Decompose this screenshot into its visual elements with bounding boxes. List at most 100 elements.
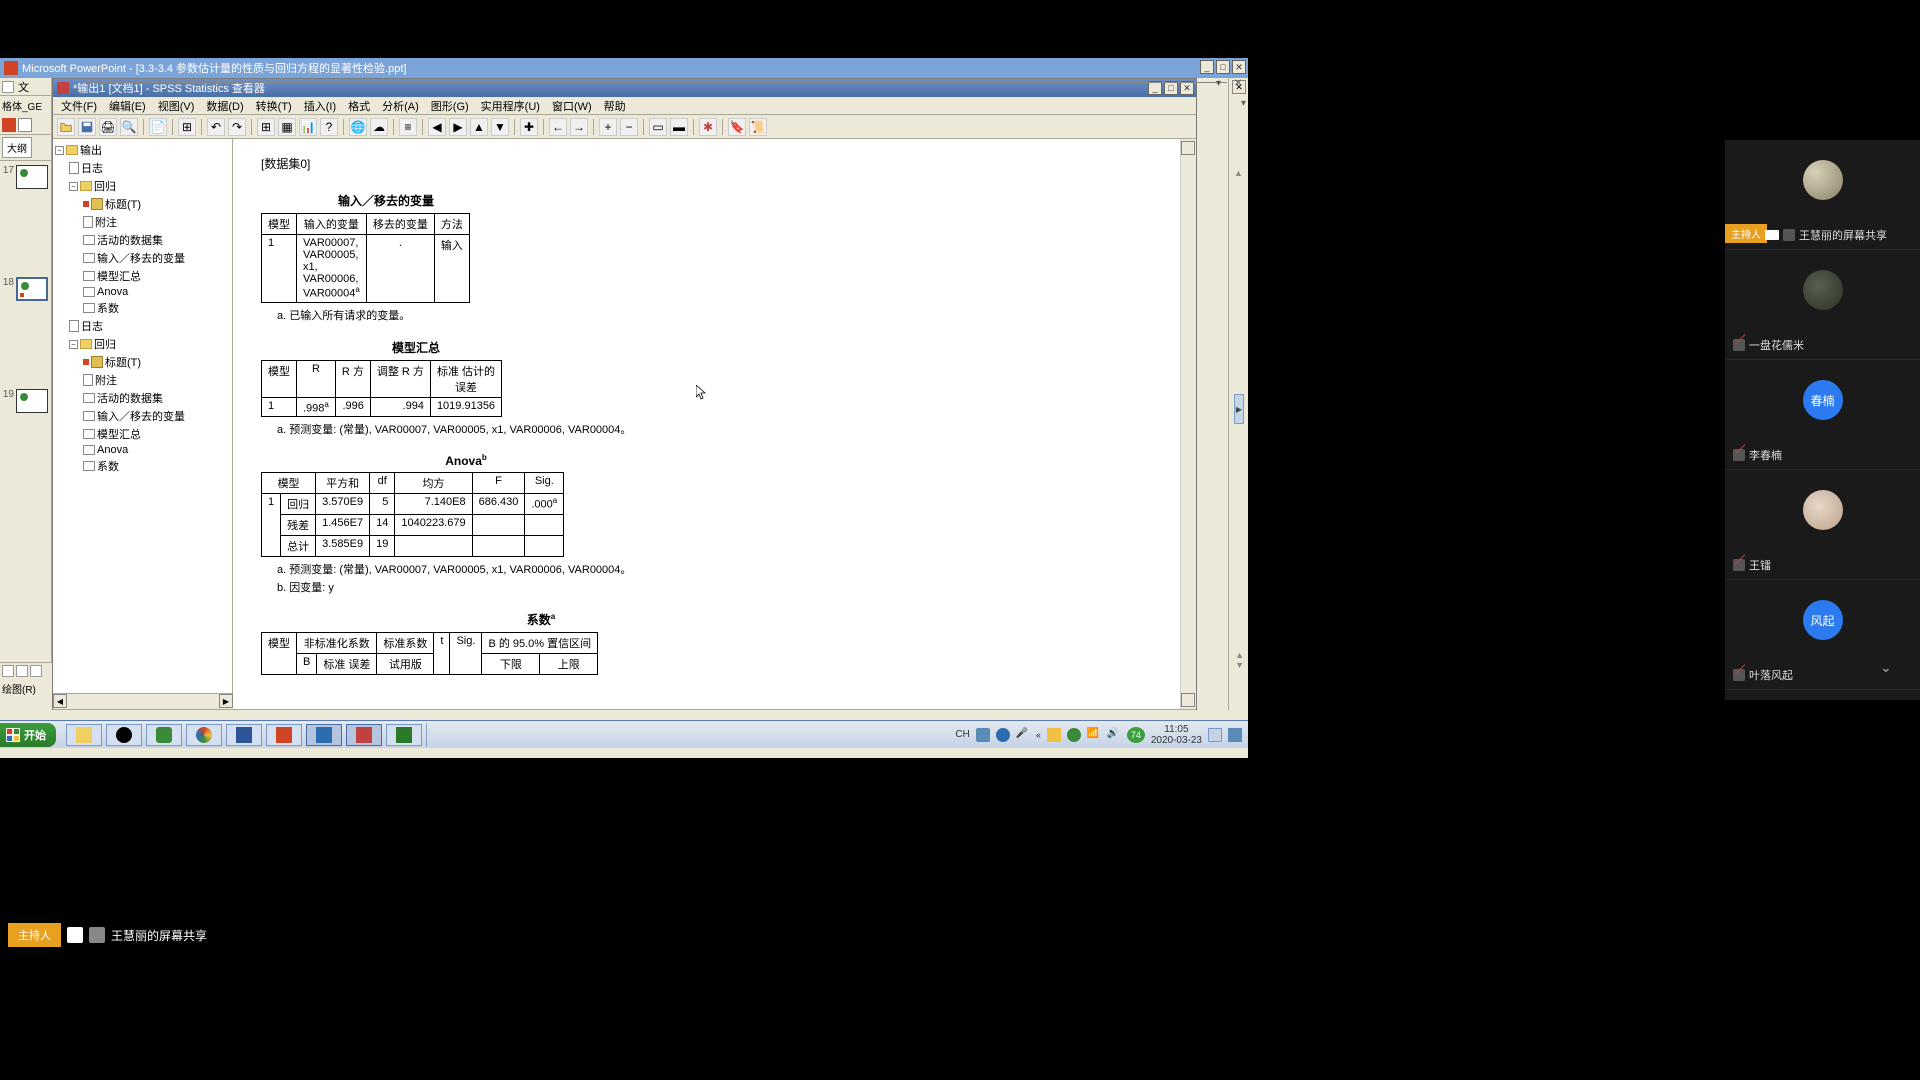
minimize-button[interactable]: _ <box>1200 60 1214 74</box>
bookmark-icon[interactable]: 🔖 <box>728 118 746 136</box>
tray-a-icon[interactable] <box>976 728 990 742</box>
tree-title[interactable]: 标题(T) <box>105 196 141 212</box>
maximize-button[interactable]: □ <box>1216 60 1230 74</box>
tray-volume-icon[interactable]: 🔊 <box>1107 728 1121 742</box>
scroll-thumb[interactable] <box>1181 141 1195 155</box>
spss-minimize-button[interactable]: _ <box>1148 81 1162 95</box>
task-explorer[interactable] <box>66 724 102 746</box>
tree-notes-2[interactable]: 附注 <box>95 372 117 388</box>
task-word[interactable] <box>226 724 262 746</box>
hide-icon[interactable]: ▬ <box>670 118 688 136</box>
tree-coefficients[interactable]: 系数 <box>97 300 119 316</box>
close-button[interactable]: ✕ <box>1232 60 1246 74</box>
tree-vars-entered[interactable]: 输入／移去的变量 <box>97 250 185 266</box>
tray-monitor-icon[interactable] <box>1228 728 1242 742</box>
forward-icon[interactable]: → <box>570 118 588 136</box>
task-powerpoint[interactable] <box>266 724 302 746</box>
task-spss[interactable] <box>346 724 382 746</box>
expand-icon[interactable]: ✚ <box>520 118 538 136</box>
menu-file[interactable]: 文件(F) <box>57 97 101 115</box>
tray-battery-icon[interactable]: 74 <box>1127 727 1145 743</box>
back-icon[interactable]: ← <box>549 118 567 136</box>
tree-regression[interactable]: 回归 <box>94 178 116 194</box>
outline-tab[interactable]: 大纲 <box>2 137 32 158</box>
slideshow-icon[interactable] <box>30 665 42 677</box>
tree-active-dataset[interactable]: 活动的数据集 <box>97 232 163 248</box>
slide-thumb-18[interactable]: 18 <box>2 277 49 301</box>
select-icon[interactable]: ▦ <box>278 118 296 136</box>
down-icon[interactable]: ▼ <box>491 118 509 136</box>
normal-view-icon[interactable] <box>2 665 14 677</box>
spss-maximize-button[interactable]: □ <box>1164 81 1178 95</box>
save-icon[interactable] <box>78 118 96 136</box>
up-icon[interactable]: ▲ <box>470 118 488 136</box>
tree-log[interactable]: 日志 <box>81 160 103 176</box>
tree-vars-entered-2[interactable]: 输入／移去的变量 <box>97 408 185 424</box>
scroll-down-icon[interactable] <box>1181 693 1195 707</box>
doc-icon[interactable] <box>18 118 32 132</box>
demote-icon[interactable]: ▶ <box>449 118 467 136</box>
redo-icon[interactable]: ↷ <box>228 118 246 136</box>
chevron-down-icon[interactable]: ⌄ <box>1880 659 1900 679</box>
participant-host[interactable]: 主持人 王慧丽的屏幕共享 <box>1725 140 1920 250</box>
tray-360-icon[interactable] <box>1067 728 1081 742</box>
task-qq[interactable] <box>106 724 142 746</box>
menu-help[interactable]: 帮助 <box>600 97 630 115</box>
tray-expand-icon[interactable]: « <box>1036 730 1041 740</box>
open-icon[interactable] <box>57 118 75 136</box>
script-icon[interactable]: 📜 <box>749 118 767 136</box>
task-excel[interactable] <box>386 724 422 746</box>
expand-icon[interactable]: − <box>69 182 78 191</box>
doc-close-icon[interactable]: ✕ <box>1234 78 1248 92</box>
tray-clock[interactable]: 11:05 2020-03-23 <box>1151 724 1202 746</box>
content-v-scrollbar[interactable] <box>1180 139 1196 709</box>
output-content[interactable]: [数据集0] 输入／移去的变量 模型 输入的变量 移去的变量 方法 1 VAR0… <box>233 139 1196 709</box>
cloud-icon[interactable]: ☁ <box>370 118 388 136</box>
mic-icon[interactable] <box>89 927 105 943</box>
participant-5[interactable]: 风起 叶落风起 ⌄ <box>1725 580 1920 690</box>
tray-wifi-icon[interactable]: 📶 <box>1087 728 1101 742</box>
tree-active-dataset-2[interactable]: 活动的数据集 <box>97 390 163 406</box>
tray-desktop-icon[interactable] <box>1208 728 1222 742</box>
tree-output[interactable]: 输出 <box>80 142 102 158</box>
show-icon[interactable]: ▭ <box>649 118 667 136</box>
participant-4[interactable]: 王镭 <box>1725 470 1920 580</box>
dialog-icon[interactable]: ⊞ <box>178 118 196 136</box>
output-tree[interactable]: − 输出 日志 − 回归 标题(T) 附注 活动的数据集 输入／移去的变量 模型汇总… <box>53 139 233 693</box>
tray-shield-icon[interactable] <box>1047 728 1061 742</box>
tree-anova-2[interactable]: Anova <box>97 444 128 456</box>
minus-icon[interactable]: − <box>620 118 638 136</box>
ppt-file-menu[interactable]: 文 <box>18 79 29 95</box>
menu-utilities[interactable]: 实用程序(U) <box>477 97 544 115</box>
tree-regression-2[interactable]: 回归 <box>94 336 116 352</box>
menu-view[interactable]: 视图(V) <box>154 97 199 115</box>
goto-icon[interactable]: ⊞ <box>257 118 275 136</box>
undo-icon[interactable]: ↶ <box>207 118 225 136</box>
menu-graphs[interactable]: 图形(G) <box>427 97 473 115</box>
task-meeting[interactable] <box>306 724 342 746</box>
print-icon[interactable]: 🖨 <box>99 118 117 136</box>
tray-help-icon[interactable] <box>996 728 1010 742</box>
start-button[interactable]: 开始 <box>0 723 56 747</box>
menu-data[interactable]: 数据(D) <box>202 97 247 115</box>
task-browser[interactable] <box>186 724 222 746</box>
tree-model-summary[interactable]: 模型汇总 <box>97 268 141 284</box>
expand-icon[interactable]: − <box>69 340 78 349</box>
preview-icon[interactable]: 🔍 <box>120 118 138 136</box>
menu-window[interactable]: 窗口(W) <box>548 97 596 115</box>
tree-title-2[interactable]: 标题(T) <box>105 354 141 370</box>
scroll-left-icon[interactable]: ◀ <box>53 694 67 708</box>
tree-log-2[interactable]: 日志 <box>81 318 103 334</box>
tray-mic-icon[interactable]: 🎤 <box>1016 728 1030 742</box>
globe-icon[interactable]: 🌐 <box>349 118 367 136</box>
indent-icon[interactable]: ≡ <box>399 118 417 136</box>
menu-format[interactable]: 格式 <box>344 97 374 115</box>
expand-icon[interactable]: − <box>55 146 64 155</box>
scroll-right-icon[interactable]: ▶ <box>219 694 233 708</box>
tree-h-scrollbar[interactable]: ◀ ▶ <box>53 693 233 709</box>
tree-model-summary-2[interactable]: 模型汇总 <box>97 426 141 442</box>
tree-coefficients-2[interactable]: 系数 <box>97 458 119 474</box>
doc-min-icon[interactable]: ▾ <box>1216 78 1230 92</box>
menu-insert[interactable]: 插入(I) <box>300 97 340 115</box>
participant-2[interactable]: 一盘花儒米 <box>1725 250 1920 360</box>
